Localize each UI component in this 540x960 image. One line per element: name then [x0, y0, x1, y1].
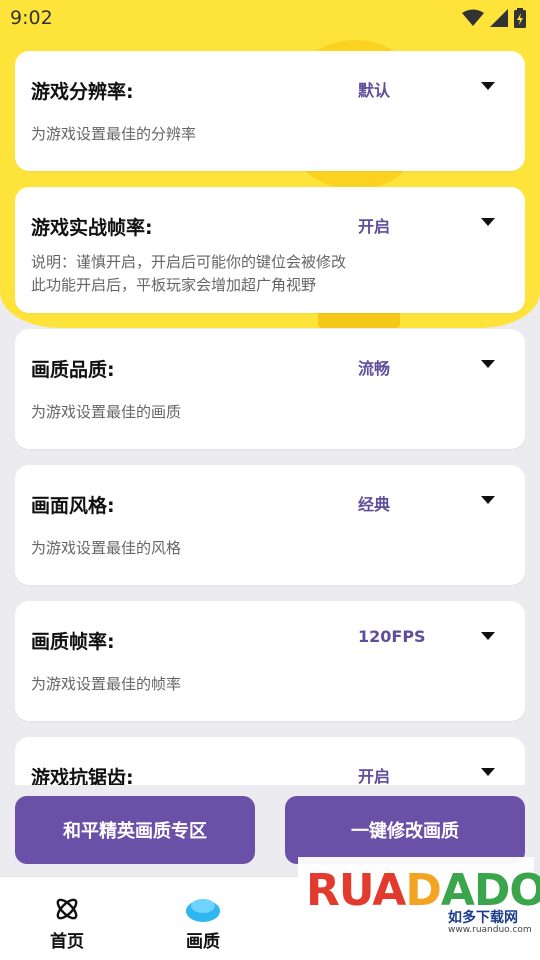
tab-home[interactable]: 首页: [17, 877, 117, 960]
wifi-icon: [462, 9, 484, 26]
dropdown-arrow-icon[interactable]: [481, 768, 495, 776]
setting-description: 为游戏设置最佳的分辨率: [31, 125, 197, 143]
dropdown-arrow-icon[interactable]: [481, 496, 495, 504]
setting-value[interactable]: 开启: [358, 763, 390, 785]
setting-description: 为游戏设置最佳的风格: [31, 539, 182, 557]
setting-title: 画质帧率:: [31, 631, 115, 653]
status-time: 9:02: [10, 7, 53, 29]
setting-value[interactable]: 120FPS: [358, 627, 426, 646]
setting-description: 为游戏设置最佳的帧率: [31, 675, 182, 693]
setting-value[interactable]: 流畅: [358, 355, 390, 379]
quality-icon: [186, 899, 220, 922]
setting-card-antialiasing[interactable]: 游戏抗锯齿: 开启: [15, 737, 525, 785]
setting-title: 画质品质:: [31, 359, 115, 381]
setting-title: 游戏分辨率:: [31, 81, 134, 103]
tab-quality-label: 画质: [186, 932, 220, 952]
dropdown-arrow-icon[interactable]: [481, 632, 495, 640]
dropdown-arrow-icon[interactable]: [481, 218, 495, 226]
dropdown-arrow-icon[interactable]: [481, 360, 495, 368]
setting-title: 画面风格:: [31, 495, 115, 517]
setting-description: 说明：谨慎开启，开启后可能你的键位会被修改 此功能开启后，平板玩家会增加超广角视…: [31, 251, 346, 297]
watermark-subtitle: 如多下载网: [448, 910, 518, 926]
setting-title: 游戏实战帧率:: [31, 217, 153, 239]
status-bar: 9:02: [0, 0, 540, 36]
setting-description-line: 说明：谨慎开启，开启后可能你的键位会被修改: [31, 253, 347, 271]
apply-quality-button[interactable]: 一键修改画质: [285, 796, 525, 864]
setting-card-resolution[interactable]: 游戏分辨率: 默认 为游戏设置最佳的分辨率: [15, 51, 525, 171]
home-icon: [56, 898, 78, 920]
setting-value[interactable]: 默认: [358, 77, 390, 101]
settings-list: 游戏分辨率: 默认 为游戏设置最佳的分辨率 游戏实战帧率: 开启 说明：谨慎开启…: [15, 51, 525, 785]
tab-quality[interactable]: 画质: [153, 877, 253, 960]
setting-card-battle-fps[interactable]: 游戏实战帧率: 开启 说明：谨慎开启，开启后可能你的键位会被修改 此功能开启后，…: [15, 187, 525, 313]
setting-description: 为游戏设置最佳的画质: [31, 403, 182, 421]
quality-zone-button[interactable]: 和平精英画质专区: [15, 796, 255, 864]
battery-icon: [514, 8, 526, 28]
setting-card-framerate[interactable]: 画质帧率: 120FPS 为游戏设置最佳的帧率: [15, 601, 525, 721]
setting-description-line: 此功能开启后，平板玩家会增加超广角视野: [31, 276, 317, 294]
tab-home-label: 首页: [50, 932, 84, 952]
watermark-url: www.ruanduo.com: [448, 925, 532, 935]
setting-value[interactable]: 经典: [358, 491, 390, 515]
setting-title: 游戏抗锯齿:: [31, 767, 134, 785]
setting-card-style[interactable]: 画面风格: 经典 为游戏设置最佳的风格: [15, 465, 525, 585]
setting-card-quality[interactable]: 画质品质: 流畅 为游戏设置最佳的画质: [15, 329, 525, 449]
status-icons: [462, 8, 526, 28]
watermark-logo: RUADADO 如多下载网 www.ruanduo.com: [298, 857, 540, 949]
dropdown-arrow-icon[interactable]: [481, 82, 495, 90]
setting-value[interactable]: 开启: [358, 213, 390, 237]
signal-icon: [490, 9, 508, 27]
